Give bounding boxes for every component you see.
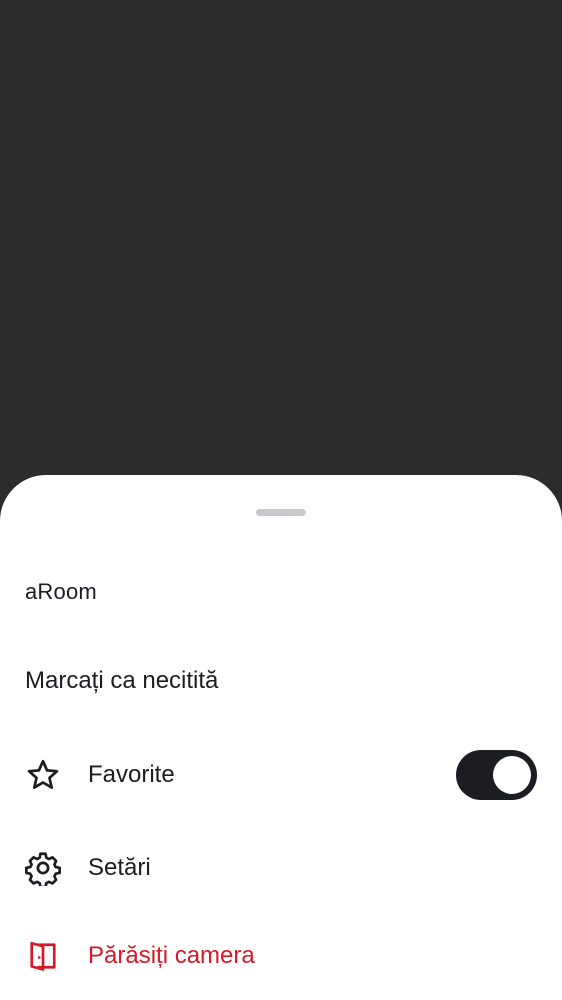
- gear-icon: [25, 850, 61, 886]
- settings-label: Setări: [88, 854, 151, 881]
- favourite-item[interactable]: Favorite: [0, 735, 562, 815]
- favourite-label: Favorite: [88, 761, 175, 788]
- leave-room-item[interactable]: Părăsiți camera: [0, 916, 562, 996]
- room-options-bottom-sheet: aRoom Marcați ca necitită Favorite Setăr…: [0, 475, 562, 1000]
- star-icon: [25, 757, 61, 793]
- settings-item[interactable]: Setări: [0, 828, 562, 908]
- room-title: aRoom: [25, 579, 97, 604]
- mark-as-unread-label: Marcați ca necitită: [25, 667, 219, 694]
- door-exit-icon: [25, 938, 61, 974]
- drag-handle[interactable]: [256, 509, 306, 516]
- toggle-knob: [493, 756, 531, 794]
- leave-room-label: Părăsiți camera: [88, 942, 255, 969]
- favourite-toggle[interactable]: [456, 750, 537, 800]
- mark-as-unread-item[interactable]: Marcați ca necitită: [0, 641, 562, 721]
